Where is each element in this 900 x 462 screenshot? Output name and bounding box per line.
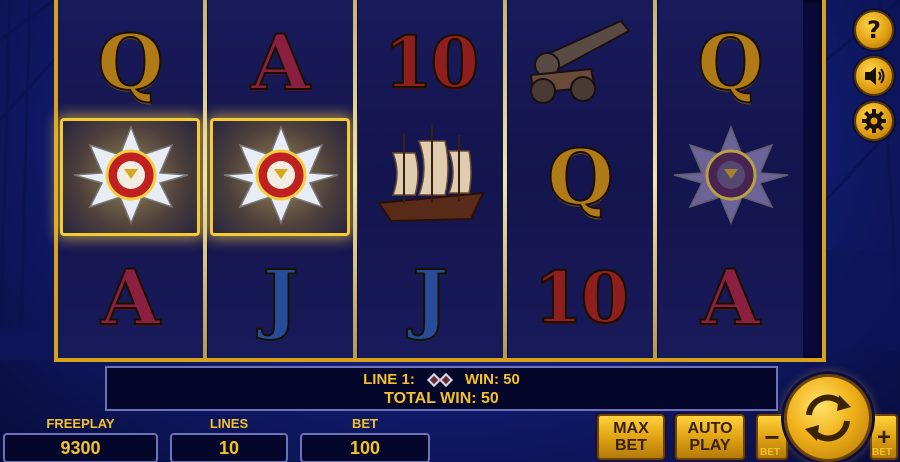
reel-cell: A: [658, 240, 803, 355]
sound-button[interactable]: [854, 56, 894, 96]
max-bet-line2: BET: [615, 437, 647, 454]
help-button[interactable]: ?: [854, 10, 894, 50]
star-order-icon: [72, 124, 190, 230]
bet-label: BET: [352, 416, 378, 431]
reel-cell: Q: [658, 5, 803, 120]
line-win-label: WIN: 50: [464, 371, 520, 388]
cannon-icon: [521, 13, 641, 113]
plus-icon: +: [876, 423, 891, 451]
reel-4: Q 10: [508, 0, 653, 358]
lines-stat: LINES 10: [170, 415, 288, 462]
freeplay-value: 9300: [3, 433, 158, 462]
line-symbols: [426, 372, 453, 387]
star-order-icon: [672, 124, 790, 230]
reel-5: QA: [658, 0, 803, 358]
freeplay-stat: FREEPLAY 9300: [3, 415, 158, 462]
reel-separator: [503, 0, 507, 358]
reel-cell: [658, 120, 803, 235]
ship-icon: [371, 123, 491, 233]
reel-cell: J: [208, 240, 353, 355]
reel-cell: Q: [508, 120, 653, 235]
spin-arrows-icon: [805, 394, 851, 442]
reel-1: QA: [58, 0, 203, 358]
auto-play-line1: AUTO: [687, 420, 733, 437]
question-icon: ?: [867, 16, 881, 44]
symbol-q: Q: [96, 17, 164, 107]
max-bet-button[interactable]: MAX BET: [597, 414, 665, 460]
freeplay-label: FREEPLAY: [46, 416, 115, 431]
lines-label: LINES: [209, 416, 249, 431]
reel-3: 10 J: [358, 0, 503, 358]
gear-icon: [862, 109, 886, 133]
reel-cell: [208, 118, 353, 236]
reel-cell: [508, 5, 653, 120]
max-bet-line1: MAX: [613, 420, 649, 437]
symbol-10: 10: [533, 255, 630, 339]
reel-cell: [58, 118, 203, 236]
settings-button[interactable]: [854, 101, 894, 141]
bet-stat: BET 100: [300, 415, 430, 462]
auto-play-line2: PLAY: [689, 437, 731, 454]
reel-cell: 10: [358, 5, 503, 120]
line-label: LINE 1:: [363, 371, 415, 388]
star-order-icon: [222, 124, 340, 230]
symbol-j: J: [412, 252, 450, 342]
symbol-j: J: [262, 252, 300, 342]
symbol-a: A: [250, 17, 311, 107]
minus-icon: −: [764, 421, 780, 452]
auto-play-button[interactable]: AUTO PLAY: [675, 414, 745, 460]
reel-cell: A: [208, 5, 353, 120]
total-win-label: TOTAL WIN: 50: [384, 390, 499, 407]
reel-cell: J: [358, 240, 503, 355]
reel-separator: [353, 0, 357, 358]
symbol-a: A: [700, 252, 761, 342]
reel-cell: [358, 120, 503, 235]
symbol-10: 10: [383, 20, 480, 104]
symbol-q: Q: [546, 132, 614, 222]
bet-decrease-label: BET: [760, 447, 780, 458]
lines-value[interactable]: 10: [170, 433, 288, 462]
speaker-icon: [865, 67, 885, 85]
reel-separator: [653, 0, 657, 358]
bet-value[interactable]: 100: [300, 433, 430, 462]
bet-increase-label: BET: [872, 447, 892, 458]
reel-2: AJ: [208, 0, 353, 358]
mini-star-icon: [438, 372, 453, 387]
reel-cell: Q: [58, 5, 203, 120]
reel-cell: A: [58, 240, 203, 355]
reels-frame: Q A A J 10 J Q 10 Q A: [54, 0, 826, 362]
reel-cell: 10: [508, 240, 653, 355]
spin-button[interactable]: [784, 374, 872, 462]
win-info-bar: LINE 1: WIN: 50 TOTAL WIN: 50: [105, 366, 778, 411]
reel-separator: [203, 0, 207, 358]
symbol-q: Q: [696, 17, 764, 107]
symbol-a: A: [100, 252, 161, 342]
